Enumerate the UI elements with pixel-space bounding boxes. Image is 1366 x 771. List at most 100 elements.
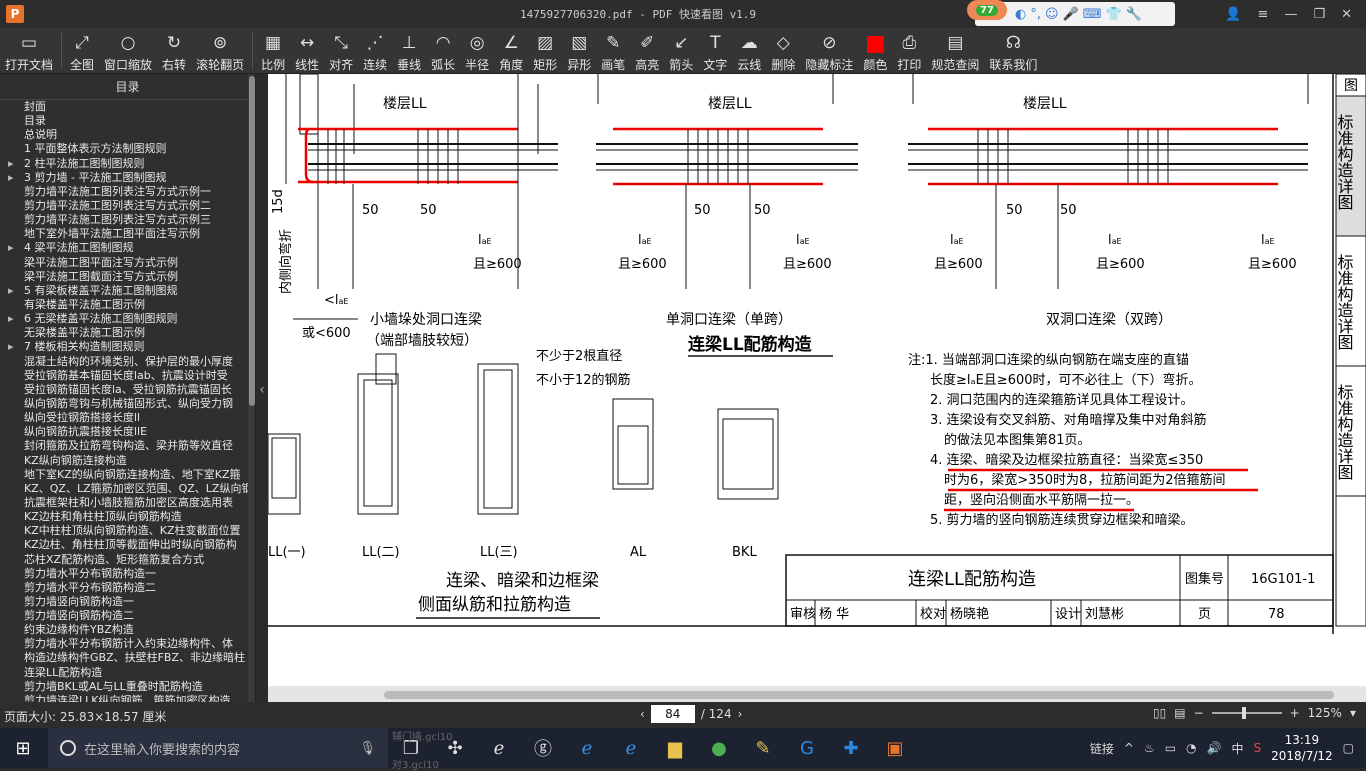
sogou-icon[interactable]: S <box>1254 741 1262 755</box>
document-viewer[interactable]: 楼层LL 50 50 laE 且≥600 <laE 或<600 <box>268 74 1366 702</box>
toc-item[interactable]: 剪力墙平法施工图列表注写方式示例二 <box>4 199 255 213</box>
toolbar-arrow-button[interactable]: ↙箭头 <box>664 28 698 74</box>
ie-icon[interactable]: ℯ <box>616 733 646 763</box>
toolbar-angle-button[interactable]: ∠角度 <box>494 28 528 74</box>
network-icon[interactable]: ◔ <box>1186 741 1196 755</box>
toc-item[interactable]: 纵向钢筋弯钩与机械锚固形式、纵向受力钢 <box>4 397 255 411</box>
toc-item[interactable]: 剪力墙水平分布钢筋构造一 <box>4 567 255 581</box>
toc-item[interactable]: 受拉钢筋基本锚固长度lab、抗震设计时受 <box>4 369 255 383</box>
collapse-sidebar-icon[interactable]: ‹ <box>256 378 268 402</box>
toolbar-open-button[interactable]: ▭打开文档 <box>0 28 58 74</box>
toolbar-highlight-button[interactable]: ✐高亮 <box>630 28 664 74</box>
expand-arrow-icon[interactable]: ▸ <box>8 312 24 326</box>
single-page-view-icon[interactable]: ▯▯ <box>1153 706 1166 720</box>
zoom-slider[interactable] <box>1212 712 1282 714</box>
zoom-out-icon[interactable]: − <box>1194 706 1204 720</box>
tray-expand-icon[interactable]: ^ <box>1124 741 1134 755</box>
pdf-viewer-app-icon[interactable]: ▣ <box>880 733 910 763</box>
zoom-dropdown-icon[interactable]: ▾ <box>1350 706 1356 720</box>
continuous-view-icon[interactable]: ▤ <box>1174 706 1185 720</box>
toolbar-wheel-button[interactable]: ⊚滚轮翻页 <box>191 28 249 74</box>
toolbar-rect-button[interactable]: ▨矩形 <box>528 28 562 74</box>
toolbar-pen-button[interactable]: ✎画笔 <box>596 28 630 74</box>
toc-item[interactable]: 连梁LL配筋构造 <box>4 666 255 680</box>
toolbar-rotate-button[interactable]: ↻右转 <box>157 28 191 74</box>
spiral-app-icon[interactable]: ⓖ <box>528 733 558 763</box>
toc-scroll-thumb[interactable] <box>249 76 255 406</box>
toc-item[interactable]: 梁平法施工图截面注写方式示例 <box>4 270 255 284</box>
toolbar-continuous-button[interactable]: ⋰连续 <box>358 28 392 74</box>
toolbar-cloud-button[interactable]: ☁云线 <box>732 28 766 74</box>
toc-scrollbar[interactable] <box>248 74 256 702</box>
notes-app-icon[interactable]: ✎ <box>748 733 778 763</box>
toc-item[interactable]: 剪力墙平法施工图列表注写方式示例三 <box>4 213 255 227</box>
plus-app-icon[interactable]: ✚ <box>836 733 866 763</box>
toc-item[interactable]: 剪力墙BKL或AL与LL重叠时配筋构造 <box>4 680 255 694</box>
ime-mode-icon[interactable]: ◐ <box>1015 7 1026 22</box>
pdf-page[interactable]: 楼层LL 50 50 laE 且≥600 <laE 或<600 <box>268 74 1366 686</box>
toc-item[interactable]: 纵向钢筋抗震搭接长度llE <box>4 425 255 439</box>
file-explorer-icon[interactable]: ▆ <box>660 733 690 763</box>
windows-start-icon[interactable]: ⊞ <box>0 728 46 768</box>
battery-icon[interactable]: ▭ <box>1165 741 1176 755</box>
zoom-slider-knob[interactable] <box>1242 707 1246 719</box>
toc-item[interactable]: 地下室KZ的纵向钢筋连接构造、地下室KZ箍 <box>4 468 255 482</box>
maximize-button[interactable]: ❐ <box>1313 7 1325 22</box>
toc-item[interactable]: 芯柱XZ配筋构造、矩形箍筋复合方式 <box>4 553 255 567</box>
toolbar-hide-button[interactable]: ⊘隐藏标注 <box>800 28 858 74</box>
toc-item[interactable]: ▸3 剪力墙 - 平法施工图制图规 <box>4 171 255 185</box>
next-page-icon[interactable]: › <box>738 707 743 721</box>
ime-mic-icon[interactable]: 🎤 <box>1063 7 1079 22</box>
expand-arrow-icon[interactable]: ▸ <box>8 284 24 298</box>
ime-tool-icon[interactable]: 🔧 <box>1126 7 1142 22</box>
prev-page-icon[interactable]: ‹ <box>640 707 645 721</box>
toc-item[interactable]: 剪力墙水平分布钢筋计入约束边缘构件、体 <box>4 637 255 651</box>
toc-item[interactable]: 有梁楼盖平法施工图示例 <box>4 298 255 312</box>
toc-item[interactable]: 无梁楼盖平法施工图示例 <box>4 326 255 340</box>
toc-item[interactable]: 目录 <box>4 114 255 128</box>
toc-item[interactable]: KZ边柱和角柱柱顶纵向钢筋构造 <box>4 510 255 524</box>
toc-item[interactable]: KZ纵向钢筋连接构造 <box>4 454 255 468</box>
toolbar-erase-button[interactable]: ◇删除 <box>766 28 800 74</box>
edge-icon[interactable]: ℯ <box>572 733 602 763</box>
minimize-button[interactable]: — <box>1284 7 1297 22</box>
taskbar-search[interactable]: 在这里输入你要搜索的内容 🎙 <box>48 728 388 768</box>
toc-item[interactable]: 梁平法施工图平面注写方式示例 <box>4 256 255 270</box>
toc-item[interactable]: KZ中柱柱顶纵向钢筋构造、KZ柱变截面位置 <box>4 524 255 538</box>
volume-icon[interactable]: 🔊 <box>1207 741 1222 755</box>
ime-emoji-icon[interactable]: ☺ <box>1045 7 1059 22</box>
toc-item[interactable]: 剪力墙平法施工图列表注写方式示例一 <box>4 185 255 199</box>
toc-item[interactable]: ▸7 楼板相关构造制图规则 <box>4 340 255 354</box>
browser-e-icon[interactable]: ℯ <box>484 733 514 763</box>
expand-arrow-icon[interactable]: ▸ <box>8 171 24 185</box>
toc-item[interactable]: 纵向受拉钢筋搭接长度ll <box>4 411 255 425</box>
toolbar-perp-button[interactable]: ⊥垂线 <box>392 28 426 74</box>
ime-skin-icon[interactable]: 👕 <box>1106 7 1122 22</box>
horizontal-scrollbar[interactable] <box>268 688 1366 702</box>
g-app-icon[interactable]: G <box>792 733 822 763</box>
toc-item[interactable]: 封面 <box>4 100 255 114</box>
toc-item[interactable]: 封闭箍筋及拉筋弯钩构造、梁并筋等效直径 <box>4 439 255 453</box>
toolbar-scale-button[interactable]: ▦比例 <box>256 28 290 74</box>
ime-language[interactable]: 中 <box>1231 740 1243 757</box>
toc-item[interactable]: 总说明 <box>4 128 255 142</box>
toc-item[interactable]: 1 平面整体表示方法制图规则 <box>4 142 255 156</box>
toolbar-linear-button[interactable]: ↔线性 <box>290 28 324 74</box>
toolbar-color-button[interactable]: ■颜色 <box>858 28 892 74</box>
toc-item[interactable]: 地下室外墙平法施工图平面注写示例 <box>4 227 255 241</box>
toc-item[interactable]: 约束边缘构件YBZ构造 <box>4 623 255 637</box>
ime-toolbar[interactable]: 77 ◐ °, ☺ 🎤 ⌨ 👕 🔧 <box>975 2 1175 26</box>
tray-app-icon[interactable]: ♨ <box>1144 741 1155 755</box>
toolbar-radius-button[interactable]: ◎半径 <box>460 28 494 74</box>
close-button[interactable]: ✕ <box>1341 7 1352 22</box>
ime-badge[interactable]: 77 <box>967 0 1007 20</box>
toolbar-zoom-window-button[interactable]: ○窗口缩放 <box>99 28 157 74</box>
toc-item[interactable]: 剪力墙竖向钢筋构造一 <box>4 595 255 609</box>
toc-item[interactable]: ▸2 柱平法施工图制图规则 <box>4 157 255 171</box>
toc-item[interactable]: 剪力墙连梁LLK纵向钢筋、箍筋加密区构造 <box>4 694 255 702</box>
app-icon[interactable]: P <box>6 5 24 23</box>
hscroll-thumb[interactable] <box>384 691 1334 699</box>
menu-icon[interactable]: ≡ <box>1258 7 1269 22</box>
toolbar-text-button[interactable]: T文字 <box>698 28 732 74</box>
toolbar-special-button[interactable]: ▧异形 <box>562 28 596 74</box>
